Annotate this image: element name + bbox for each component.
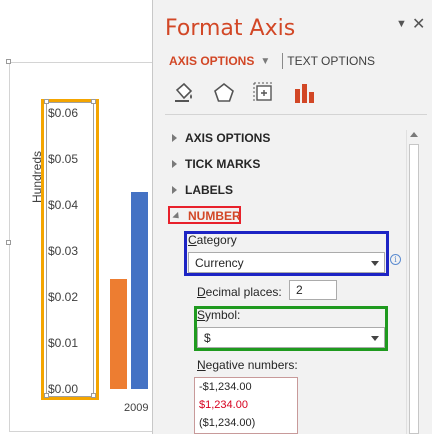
symbol-value: $ xyxy=(204,330,211,345)
axis-handle[interactable] xyxy=(91,99,96,104)
y-tick-label: $0.03 xyxy=(48,244,79,258)
bar-orange[interactable] xyxy=(110,279,127,389)
close-icon[interactable]: ✕ xyxy=(412,14,425,34)
pane-scrollbar[interactable] xyxy=(406,130,420,434)
list-item[interactable]: $1,234.00 xyxy=(195,396,297,414)
section-labels[interactable]: LABELS xyxy=(172,183,233,197)
tab-divider xyxy=(282,53,284,69)
pane-title: Format Axis xyxy=(165,16,296,41)
info-icon[interactable]: i xyxy=(390,254,401,265)
section-label: NUMBER xyxy=(188,209,241,223)
chart-resize-handle[interactable] xyxy=(6,59,11,64)
list-item[interactable]: ($1,234.00) xyxy=(195,414,297,432)
pane-icon-row xyxy=(171,80,317,106)
category-dropdown[interactable]: Currency xyxy=(188,252,385,273)
expand-triangle-icon xyxy=(172,160,177,168)
chevron-down-icon[interactable] xyxy=(371,261,379,266)
decimal-places-label: Decimal places: xyxy=(197,285,282,299)
y-tick-label: $0.02 xyxy=(48,290,79,304)
x-category-label: 2009 xyxy=(124,402,149,414)
y-tick-label: $0.06 xyxy=(48,106,79,120)
negative-numbers-list[interactable]: -$1,234.00 $1,234.00 ($1,234.00) xyxy=(194,377,298,434)
pane-options-chevron-icon[interactable]: ▼ xyxy=(396,18,407,30)
tab-axis-options[interactable]: AXIS OPTIONS xyxy=(169,54,254,68)
size-properties-icon[interactable] xyxy=(251,80,277,106)
chevron-down-icon[interactable] xyxy=(371,336,379,341)
section-label: AXIS OPTIONS xyxy=(185,131,271,145)
section-label: LABELS xyxy=(185,183,233,197)
y-tick-label: $0.01 xyxy=(48,336,79,350)
section-number[interactable]: NUMBER xyxy=(172,209,241,223)
chevron-down-icon[interactable]: ▼ xyxy=(260,56,270,67)
scroll-up-icon[interactable] xyxy=(410,132,418,137)
tab-text-options[interactable]: TEXT OPTIONS xyxy=(287,54,375,68)
symbol-dropdown[interactable]: $ xyxy=(197,327,385,348)
axis-handle[interactable] xyxy=(44,99,49,104)
expand-triangle-icon xyxy=(172,186,177,194)
category-value: Currency xyxy=(195,255,244,270)
y-tick-label: $0.05 xyxy=(48,152,79,166)
expand-triangle-icon xyxy=(172,134,177,142)
section-axis-options[interactable]: AXIS OPTIONS xyxy=(172,131,270,145)
list-item[interactable]: -$1,234.00 xyxy=(195,378,297,396)
axis-options-icon[interactable] xyxy=(291,80,317,106)
negative-numbers-label: Negative numbers: xyxy=(197,358,298,372)
bar-blue[interactable] xyxy=(131,192,148,389)
effects-icon[interactable] xyxy=(211,80,237,106)
section-tick-marks[interactable]: TICK MARKS xyxy=(172,157,260,171)
symbol-label: Symbol: xyxy=(197,308,241,322)
pane-divider xyxy=(165,114,427,115)
y-tick-label: $0.00 xyxy=(48,382,79,396)
decimal-places-input[interactable]: 2 xyxy=(289,280,337,300)
chart-resize-handle[interactable] xyxy=(6,240,11,245)
fill-line-icon[interactable] xyxy=(171,80,197,106)
chart-area[interactable]: Hundreds $0.06 $0.05 $0.04 $0.03 $0.02 $… xyxy=(0,0,152,434)
pane-tabs: AXIS OPTIONS ▼ TEXT OPTIONS xyxy=(169,52,375,70)
collapse-triangle-icon xyxy=(172,211,182,221)
category-label: Category xyxy=(188,233,237,247)
scroll-thumb[interactable] xyxy=(409,144,419,434)
y-tick-label: $0.04 xyxy=(48,198,79,212)
section-label: TICK MARKS xyxy=(185,157,261,171)
